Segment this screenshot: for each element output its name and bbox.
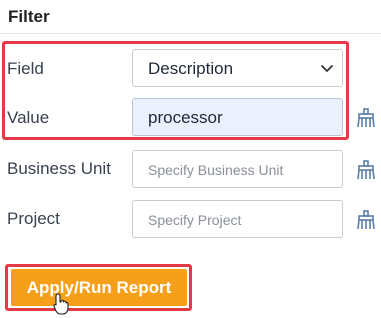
business-unit-input[interactable]: Specify Business Unit bbox=[132, 150, 343, 188]
chevron-down-icon bbox=[321, 65, 333, 72]
value-label: Value bbox=[7, 108, 50, 127]
title-divider bbox=[0, 33, 381, 34]
broom-clear-icon[interactable] bbox=[357, 210, 375, 230]
broom-clear-icon[interactable] bbox=[357, 108, 375, 128]
value-input-text: processor bbox=[148, 108, 223, 127]
value-input[interactable]: processor bbox=[132, 98, 343, 136]
project-placeholder: Specify Project bbox=[148, 212, 242, 228]
business-unit-placeholder: Specify Business Unit bbox=[148, 162, 284, 178]
filter-title: Filter bbox=[8, 7, 50, 26]
apply-run-report-button[interactable]: Apply/Run Report bbox=[11, 269, 187, 306]
business-unit-label: Business Unit bbox=[7, 159, 111, 178]
project-label: Project bbox=[7, 209, 60, 228]
field-dropdown[interactable]: Description bbox=[132, 49, 343, 87]
field-label: Field bbox=[7, 59, 44, 78]
project-input[interactable]: Specify Project bbox=[132, 200, 343, 238]
field-dropdown-value: Description bbox=[148, 59, 234, 78]
mouse-pointer-icon bbox=[53, 293, 69, 315]
broom-clear-icon[interactable] bbox=[357, 160, 375, 180]
